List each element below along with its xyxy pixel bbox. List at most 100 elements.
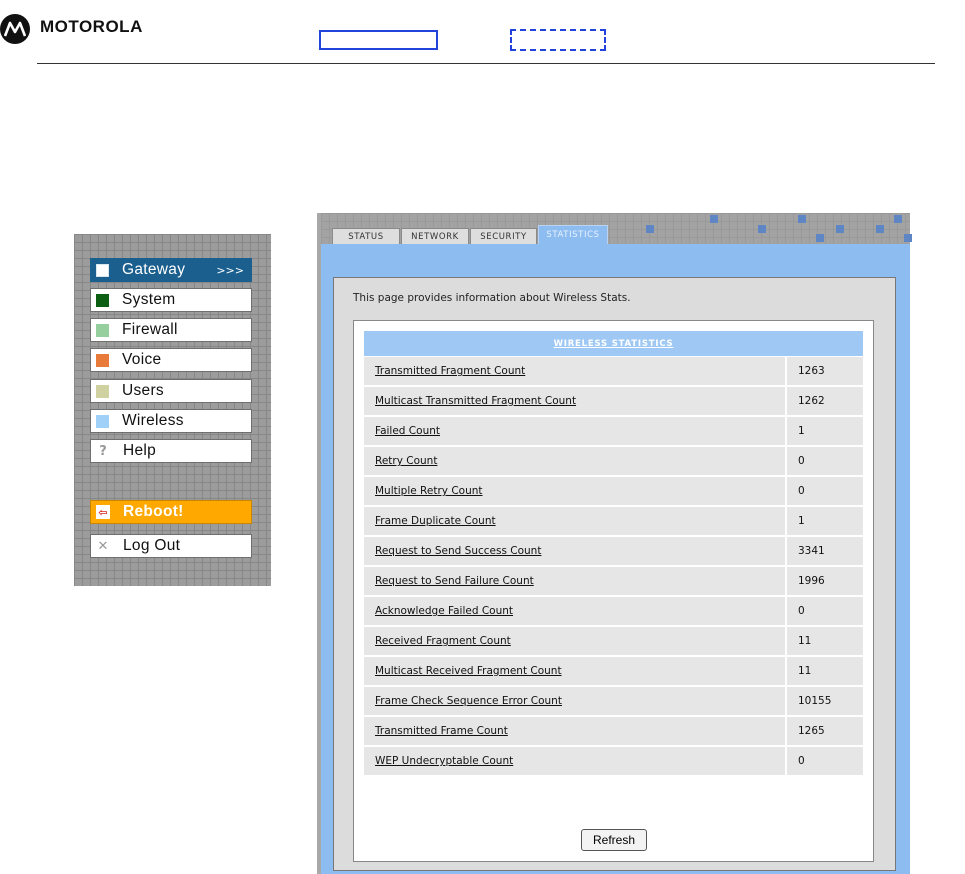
stat-name-cell: Frame Duplicate Count bbox=[364, 507, 787, 537]
menu-item-label: Users bbox=[122, 382, 164, 399]
reboot-label: Reboot! bbox=[123, 503, 184, 520]
table-row: Failed Count 1 bbox=[364, 417, 863, 447]
table-row: Acknowledge Failed Count 0 bbox=[364, 597, 863, 627]
users-square-icon bbox=[96, 384, 109, 398]
stat-name-cell: Received Fragment Count bbox=[364, 627, 787, 657]
header-divider bbox=[37, 63, 935, 64]
voice-square-icon bbox=[96, 353, 109, 367]
stat-name-link[interactable]: Frame Duplicate Count bbox=[375, 515, 496, 527]
menu-item-label: Wireless bbox=[122, 412, 184, 429]
stat-name-link[interactable]: WEP Undecryptable Count bbox=[375, 755, 513, 767]
close-icon: ✕ bbox=[97, 538, 109, 554]
table-row: Multicast Received Fragment Count 11 bbox=[364, 657, 863, 687]
stat-name-cell: Request to Send Failure Count bbox=[364, 567, 787, 597]
stat-name-link[interactable]: Failed Count bbox=[375, 425, 440, 437]
table-row: Frame Duplicate Count 1 bbox=[364, 507, 863, 537]
table-row: Frame Check Sequence Error Count 10155 bbox=[364, 687, 863, 717]
menu-item-label: Firewall bbox=[122, 321, 178, 338]
menu-item-voice[interactable]: Voice bbox=[90, 348, 252, 372]
stat-name-cell: Acknowledge Failed Count bbox=[364, 597, 787, 627]
table-row: Request to Send Failure Count 1996 bbox=[364, 567, 863, 597]
decorative-tile bbox=[798, 215, 806, 223]
table-title-link[interactable]: WIRELESS STATISTICS bbox=[554, 339, 674, 349]
decorative-tile bbox=[816, 234, 824, 242]
stat-name-cell: Frame Check Sequence Error Count bbox=[364, 687, 787, 717]
table-header: WIRELESS STATISTICS bbox=[364, 331, 863, 356]
menu-item-firewall[interactable]: Firewall bbox=[90, 318, 252, 342]
stat-value: 11 bbox=[787, 627, 863, 657]
table-row: Received Fragment Count 11 bbox=[364, 627, 863, 657]
stat-name-cell: WEP Undecryptable Count bbox=[364, 747, 787, 777]
statistics-container: This page provides information about Wir… bbox=[333, 277, 896, 871]
stat-name-cell: Retry Count bbox=[364, 447, 787, 477]
decorative-tile bbox=[836, 225, 844, 233]
menu-item-label: Gateway bbox=[122, 261, 186, 278]
stat-name-link[interactable]: Frame Check Sequence Error Count bbox=[375, 695, 562, 707]
menu-item-label: System bbox=[122, 291, 176, 308]
stat-name-link[interactable]: Request to Send Success Count bbox=[375, 545, 541, 557]
tab-network[interactable]: NETWORK bbox=[401, 228, 469, 244]
stat-value: 0 bbox=[787, 597, 863, 627]
reboot-button[interactable]: ⇦ Reboot! bbox=[90, 500, 252, 524]
wireless-square-icon bbox=[96, 414, 109, 428]
firewall-square-icon bbox=[96, 323, 109, 337]
decorative-tile bbox=[876, 225, 884, 233]
stat-name-link[interactable]: Multicast Received Fragment Count bbox=[375, 665, 562, 677]
system-square-icon bbox=[96, 293, 109, 307]
stat-value: 1263 bbox=[787, 357, 863, 387]
brand-name: MOTOROLA bbox=[40, 17, 143, 36]
stat-value: 1265 bbox=[787, 717, 863, 747]
decorative-tile bbox=[904, 234, 912, 242]
stat-name-link[interactable]: Transmitted Fragment Count bbox=[375, 365, 525, 377]
logout-button[interactable]: ✕ Log Out bbox=[90, 534, 252, 558]
menu-item-help[interactable]: ? Help bbox=[90, 439, 252, 463]
reboot-icon: ⇦ bbox=[96, 505, 110, 519]
decorative-tile bbox=[758, 225, 766, 233]
expand-arrows-icon: >>> bbox=[216, 263, 244, 277]
stat-value: 10155 bbox=[787, 687, 863, 717]
menu-item-label: Voice bbox=[122, 351, 162, 368]
stat-name-link[interactable]: Received Fragment Count bbox=[375, 635, 511, 647]
stat-name-cell: Transmitted Fragment Count bbox=[364, 357, 787, 387]
table-row: Transmitted Frame Count 1265 bbox=[364, 717, 863, 747]
header-outline-box bbox=[319, 30, 438, 50]
stat-value: 11 bbox=[787, 657, 863, 687]
decorative-tile bbox=[894, 215, 902, 223]
decorative-tile bbox=[710, 215, 718, 223]
stat-name-link[interactable]: Transmitted Frame Count bbox=[375, 725, 508, 737]
stat-name-cell: Multicast Transmitted Fragment Count bbox=[364, 387, 787, 417]
content-panel: STATUS NETWORK SECURITY STATISTICS This … bbox=[317, 213, 912, 874]
help-icon: ? bbox=[99, 443, 107, 459]
stat-value: 0 bbox=[787, 447, 863, 477]
menu-item-wireless[interactable]: Wireless bbox=[90, 409, 252, 433]
logout-label: Log Out bbox=[123, 537, 181, 554]
menu-item-system[interactable]: System bbox=[90, 288, 252, 312]
stat-value: 0 bbox=[787, 747, 863, 777]
menu-item-label: Help bbox=[123, 442, 157, 459]
stat-value: 0 bbox=[787, 477, 863, 507]
menu-item-users[interactable]: Users bbox=[90, 379, 252, 403]
refresh-button[interactable]: Refresh bbox=[581, 829, 647, 851]
stat-name-cell: Request to Send Success Count bbox=[364, 537, 787, 567]
stat-value: 1 bbox=[787, 507, 863, 537]
stat-name-link[interactable]: Multiple Retry Count bbox=[375, 485, 483, 497]
stat-name-link[interactable]: Acknowledge Failed Count bbox=[375, 605, 513, 617]
tab-status[interactable]: STATUS bbox=[332, 228, 400, 244]
table-row: Request to Send Success Count 3341 bbox=[364, 537, 863, 567]
stat-name-link[interactable]: Request to Send Failure Count bbox=[375, 575, 534, 587]
stat-value: 3341 bbox=[787, 537, 863, 567]
header-dashed-box bbox=[510, 29, 606, 51]
menu-item-gateway[interactable]: Gateway >>> bbox=[90, 258, 252, 282]
stat-name-link[interactable]: Retry Count bbox=[375, 455, 437, 467]
stat-value: 1262 bbox=[787, 387, 863, 417]
page-description: This page provides information about Wir… bbox=[353, 292, 631, 304]
table-row: Multiple Retry Count 0 bbox=[364, 477, 863, 507]
table-row: Multicast Transmitted Fragment Count 1262 bbox=[364, 387, 863, 417]
stat-name-link[interactable]: Multicast Transmitted Fragment Count bbox=[375, 395, 576, 407]
stat-name-cell: Multiple Retry Count bbox=[364, 477, 787, 507]
main-menu: Gateway >>> System Firewall Voice Users … bbox=[74, 234, 271, 586]
tab-security[interactable]: SECURITY bbox=[470, 228, 537, 244]
table-row: WEP Undecryptable Count 0 bbox=[364, 747, 863, 777]
statistics-box: WIRELESS STATISTICS Transmitted Fragment… bbox=[353, 320, 874, 862]
tab-statistics[interactable]: STATISTICS bbox=[538, 225, 608, 244]
